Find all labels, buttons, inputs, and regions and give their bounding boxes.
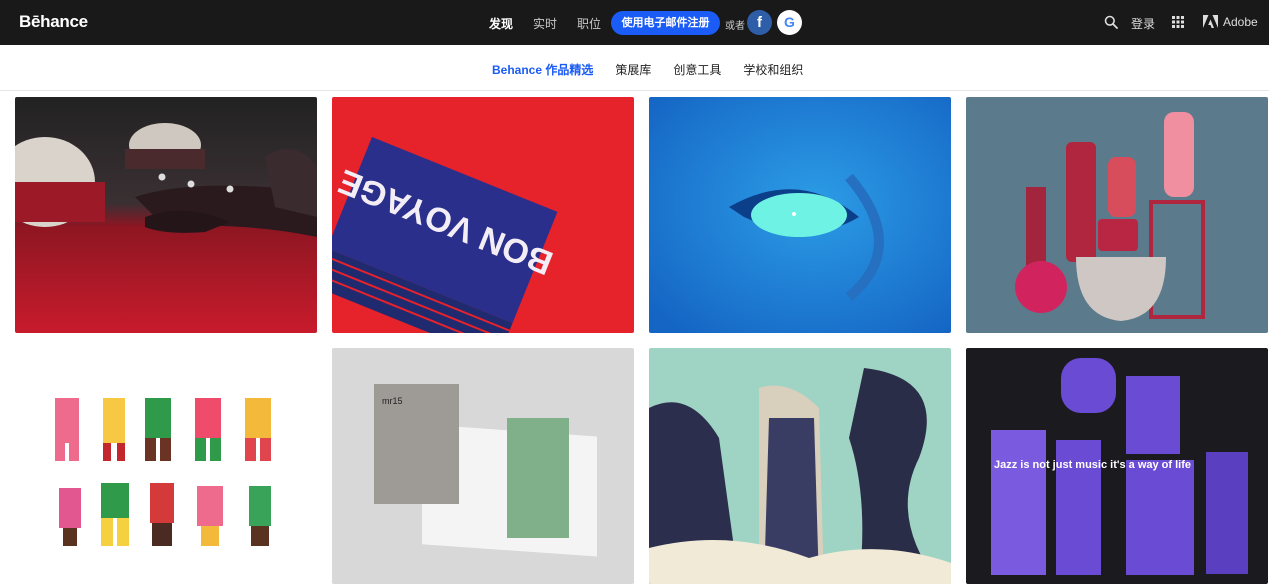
nav-live[interactable]: 实时 xyxy=(533,15,557,32)
project-card-brochure[interactable]: mr15 xyxy=(332,348,634,584)
svg-text:mr15: mr15 xyxy=(382,396,403,406)
or-label: 或者 xyxy=(725,21,745,32)
top-navigation-bar: Bēhance 发现 实时 职位 使用电子邮件注册 或者 f G 登录 Adob… xyxy=(0,0,1269,45)
subnav-creative-tools[interactable]: 创意工具 xyxy=(673,61,721,78)
project-thumbnail: BON VOYAGE xyxy=(332,97,634,333)
project-card-jazz-festival[interactable]: Jazz is not just music it's a way of lif… xyxy=(966,348,1268,584)
subnav-featured[interactable]: Behance 作品精选 xyxy=(492,61,593,78)
project-thumbnail xyxy=(966,97,1268,333)
apps-grid-icon[interactable] xyxy=(1172,16,1184,28)
svg-text:G: G xyxy=(784,14,795,30)
google-g-glyph: G xyxy=(784,14,795,30)
adobe-link[interactable]: Adobe xyxy=(1223,15,1258,29)
project-thumbnail xyxy=(649,348,951,584)
behance-logo[interactable]: Bēhance xyxy=(19,12,88,32)
project-thumbnail xyxy=(649,97,951,333)
project-card-red-landscape[interactable] xyxy=(15,97,317,333)
project-thumbnail xyxy=(15,348,317,584)
nav-discover[interactable]: 发现 xyxy=(489,15,513,32)
nav-jobs[interactable]: 职位 xyxy=(577,15,601,32)
adobe-logo-icon[interactable] xyxy=(1203,15,1218,28)
facebook-icon[interactable]: f xyxy=(747,10,772,35)
project-card-blue-eye[interactable] xyxy=(649,97,951,333)
project-thumbnail: mr15 xyxy=(332,348,634,584)
google-icon[interactable]: G xyxy=(777,10,802,35)
project-thumbnail: Jazz is not just music it's a way of lif… xyxy=(966,348,1268,584)
project-card-cosmetics[interactable] xyxy=(966,97,1268,333)
sub-navigation: Behance 作品精选 策展库 创意工具 学校和组织 xyxy=(0,45,1269,91)
search-icon[interactable] xyxy=(1104,15,1118,29)
signup-email-button[interactable]: 使用电子邮件注册 xyxy=(611,11,720,35)
main-nav: 发现 实时 职位 xyxy=(489,15,621,32)
project-card-characters[interactable] xyxy=(15,348,317,584)
project-card-geisha-dragon[interactable] xyxy=(649,348,951,584)
subnav-schools[interactable]: 学校和组织 xyxy=(743,61,803,78)
login-link[interactable]: 登录 xyxy=(1131,15,1155,32)
project-card-bon-voyage[interactable]: BON VOYAGE xyxy=(332,97,634,333)
project-thumbnail xyxy=(15,97,317,333)
jazz-slogan: Jazz is not just music it's a way of lif… xyxy=(994,459,1191,471)
subnav-curated[interactable]: 策展库 xyxy=(615,61,651,78)
